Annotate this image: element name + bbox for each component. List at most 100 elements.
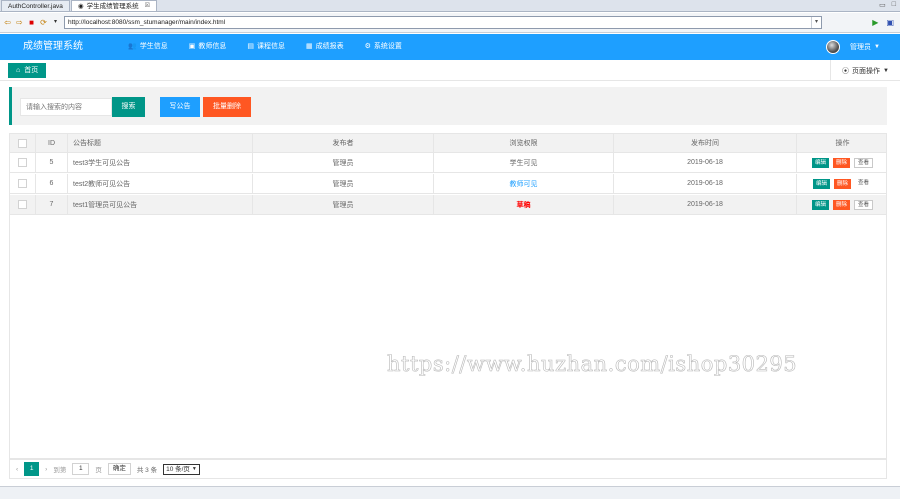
cell-id: 5 <box>36 153 68 172</box>
cell-id: 7 <box>36 195 68 214</box>
cell-date: 2019-06-18 <box>614 195 797 214</box>
window-controls: ▭ □ <box>879 1 896 9</box>
search-button[interactable]: 搜索 <box>112 97 145 117</box>
caret-down-icon: ▼ <box>874 44 880 50</box>
select-all-checkbox[interactable] <box>18 138 27 148</box>
ide-tab-label: 学生成绩管理系统 <box>86 2 139 10</box>
ide-tab-bar: AuthController.java ◉ 学生成绩管理系统 ☒ ▭ □ <box>0 0 900 12</box>
ide-tab-authcontroller[interactable]: AuthController.java <box>1 0 70 11</box>
col-header-id[interactable]: ID <box>36 134 68 152</box>
next-page-icon[interactable]: › <box>45 466 47 473</box>
avatar[interactable] <box>826 40 841 54</box>
forward-icon[interactable]: ⇨ <box>15 18 24 27</box>
per-page-select[interactable]: 10 条/页 ▼ <box>163 463 200 475</box>
nav-reports[interactable]: ▦ 成绩报表 <box>306 34 344 60</box>
globe-icon: ◉ <box>77 2 84 10</box>
page-go-button[interactable]: 确定 <box>107 463 131 475</box>
cell-publisher: 管理员 <box>253 153 434 172</box>
view-button[interactable]: 查看 <box>854 157 874 168</box>
cell-actions: 编辑 删除 查看 <box>797 195 888 214</box>
prev-page-icon[interactable]: ‹ <box>16 466 18 473</box>
toolbar-panel: 搜索 写公告 批量删除 <box>9 87 887 125</box>
caret-down-icon: ▼ <box>883 67 889 74</box>
cell-permission: 学生可见 <box>434 153 614 172</box>
cell-permission: 教师可见 <box>434 174 614 193</box>
circle-dot-icon: ⦿ <box>842 67 850 75</box>
url-text: http://localhost:8080/ssm_stumanager/mai… <box>68 19 226 26</box>
delete-button[interactable]: 删除 <box>833 178 851 189</box>
ide-tab-browser[interactable]: ◉ 学生成绩管理系统 ☒ <box>70 0 157 12</box>
cell-date: 2019-06-18 <box>614 153 797 172</box>
col-header-date[interactable]: 发布时间 <box>614 134 797 152</box>
nav-label: 成绩报表 <box>315 43 344 50</box>
minimize-icon[interactable]: ▭ <box>879 1 886 9</box>
row-checkbox-cell <box>10 153 36 172</box>
cell-title: test1管理员可见公告 <box>68 195 253 214</box>
table-row[interactable]: 6 test2教师可见公告 管理员 教师可见 2019-06-18 编辑 删除 … <box>9 174 887 194</box>
row-checkbox[interactable] <box>18 179 27 188</box>
delete-button[interactable]: 删除 <box>832 199 850 210</box>
col-header-actions: 操作 <box>835 140 850 147</box>
search-input[interactable] <box>20 98 112 116</box>
url-input[interactable]: http://localhost:8080/ssm_stumanager/mai… <box>64 16 822 29</box>
pagination: ‹ 1 › 到第 1 页 确定 共 3 条 10 条/页 ▼ <box>9 459 887 479</box>
total-count: 共 3 条 <box>136 467 158 474</box>
nav-settings[interactable]: ⚙ 系统设置 <box>365 34 402 60</box>
row-checkbox[interactable] <box>18 158 27 167</box>
table-row[interactable]: 5 test3学生可见公告 管理员 学生可见 2019-06-18 编辑 删除 … <box>9 153 887 173</box>
nav-teachers[interactable]: ▣ 教师信息 <box>189 34 227 60</box>
cell-publisher: 管理员 <box>253 174 434 193</box>
back-icon[interactable]: ⇦ <box>3 18 12 27</box>
stop-icon[interactable]: ■ <box>27 18 36 27</box>
header-checkbox-cell <box>10 134 36 152</box>
nav-students[interactable]: 👥 学生信息 <box>128 34 168 60</box>
col-header-title[interactable]: 公告标题 <box>68 134 253 152</box>
table-row[interactable]: 7 test1管理员可见公告 管理员 草稿 2019-06-18 编辑 删除 查… <box>9 195 887 215</box>
page-unit-label: 页 <box>95 467 102 474</box>
browser-actions: ▶ ▣ <box>872 18 894 27</box>
cell-date: 2019-06-18 <box>614 174 797 193</box>
page-tab-row: ⌂ 首页 ⦿ 页面操作 ▼ <box>0 60 900 81</box>
users-icon: 👥 <box>128 43 137 50</box>
refresh-icon[interactable]: ⟳ <box>39 18 48 27</box>
row-checkbox-cell <box>10 195 36 214</box>
cell-title: test2教师可见公告 <box>68 174 253 193</box>
col-header-publisher[interactable]: 发布者 <box>253 134 434 152</box>
col-header-permission[interactable]: 浏览权限 <box>434 134 614 152</box>
maximize-icon[interactable]: □ <box>892 1 896 9</box>
nav-label: 课程信息 <box>256 43 285 50</box>
browser-toolbar: ⇦ ⇨ ■ ⟳ ▾ http://localhost:8080/ssm_stum… <box>0 13 900 33</box>
nav-courses[interactable]: ▤ 课程信息 <box>247 34 285 60</box>
app-header: 成绩管理系统 👥 学生信息 ▣ 教师信息 ▤ 课程信息 ▦ 成绩报表 ⚙ 系统设置 管理员… <box>0 34 900 60</box>
user-menu[interactable]: 管理员 ▼ <box>826 34 880 60</box>
ide-tab-label: AuthController.java <box>8 2 63 10</box>
row-checkbox[interactable] <box>18 200 27 209</box>
tab-home[interactable]: ⌂ 首页 <box>8 63 47 78</box>
batch-delete-button[interactable]: 批量删除 <box>203 97 251 117</box>
goto-label: 到第 <box>53 467 67 474</box>
cell-permission: 草稿 <box>434 195 614 214</box>
app-brand: 成绩管理系统 <box>23 41 83 52</box>
edit-button[interactable]: 编辑 <box>811 157 829 168</box>
table-header: ID 公告标题 发布者 浏览权限 发布时间 操作 <box>9 133 887 153</box>
menu-icon[interactable]: ▣ <box>886 18 894 27</box>
view-button[interactable]: 查看 <box>855 178 873 189</box>
dropdown-icon[interactable]: ▾ <box>51 18 60 27</box>
user-name: 管理员 <box>850 44 872 51</box>
edit-button[interactable]: 编辑 <box>812 178 830 189</box>
gear-icon: ⚙ <box>364 43 371 50</box>
close-icon[interactable]: ☒ <box>145 1 150 12</box>
write-notice-button[interactable]: 写公告 <box>160 97 200 117</box>
id-card-icon: ▣ <box>188 43 196 50</box>
edit-button[interactable]: 编辑 <box>811 199 829 210</box>
row-checkbox-cell <box>10 174 36 193</box>
delete-button[interactable]: 删除 <box>832 157 850 168</box>
page-number-current[interactable]: 1 <box>24 462 40 476</box>
go-icon[interactable]: ▶ <box>872 18 878 27</box>
page-ops-button[interactable]: ⦿ 页面操作 ▼ <box>830 60 900 81</box>
nav-label: 学生信息 <box>139 43 168 50</box>
chevron-down-icon: ▼ <box>191 465 197 472</box>
chevron-down-icon[interactable]: ▾ <box>811 17 821 28</box>
page-jump-input[interactable]: 1 <box>72 463 90 475</box>
view-button[interactable]: 查看 <box>854 199 874 210</box>
